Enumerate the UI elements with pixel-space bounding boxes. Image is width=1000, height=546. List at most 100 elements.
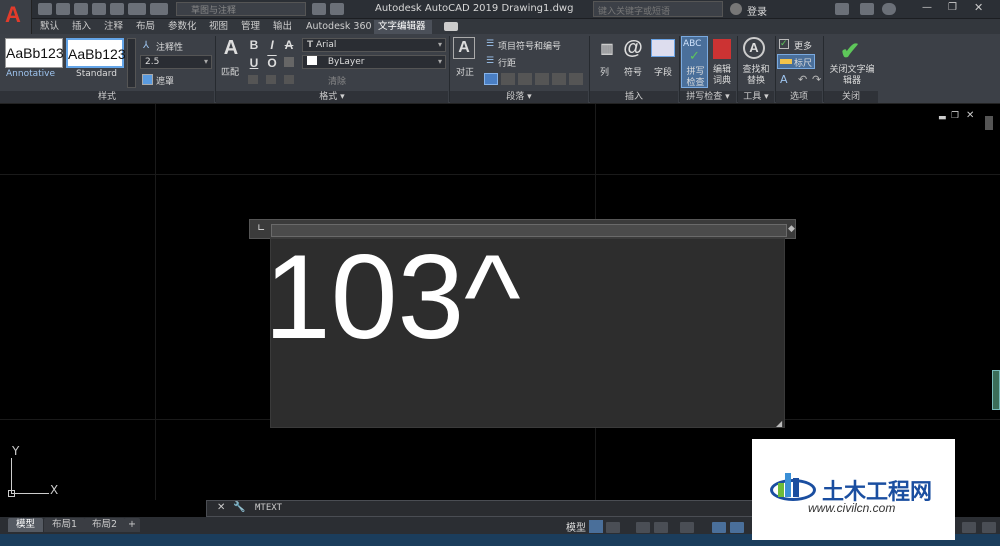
- print-icon[interactable]: [110, 3, 124, 15]
- viewport-close-icon[interactable]: ✕: [966, 110, 976, 121]
- tab-parametric[interactable]: 参数化: [164, 20, 201, 34]
- tab-layout1[interactable]: 布局1: [44, 518, 86, 532]
- restore-icon[interactable]: ❐: [948, 2, 964, 16]
- align-center-icon[interactable]: [501, 73, 515, 85]
- find-replace-icon: A: [743, 37, 765, 59]
- mask-button[interactable]: 遮罩: [156, 74, 174, 87]
- add-layout-button[interactable]: +: [124, 518, 140, 532]
- mtext-content[interactable]: 103^: [264, 222, 521, 372]
- align-left-icon[interactable]: [484, 73, 498, 85]
- underline-button[interactable]: U: [248, 56, 260, 70]
- tab-layout[interactable]: 布局: [132, 20, 159, 34]
- tab-default[interactable]: 默认: [36, 20, 63, 34]
- align-right-icon[interactable]: [518, 73, 532, 85]
- overline-button[interactable]: O: [266, 56, 278, 70]
- polar-toggle-icon[interactable]: [654, 522, 668, 533]
- tab-text-editor[interactable]: 文字编辑器: [374, 20, 432, 34]
- oblique-icon[interactable]: [284, 75, 294, 84]
- font-size-icon[interactable]: A: [780, 73, 788, 86]
- tab-annotate[interactable]: 注释: [100, 20, 127, 34]
- tab-insert[interactable]: 插入: [68, 20, 95, 34]
- line-spacing-button[interactable]: 行距: [498, 56, 516, 69]
- insert-panel-label: 插入: [590, 91, 678, 103]
- text-height-dropdown[interactable]: 2.5: [140, 55, 212, 69]
- justify-button[interactable]: 对正: [456, 65, 474, 78]
- grid-toggle-icon[interactable]: [589, 520, 603, 533]
- save-icon[interactable]: [74, 3, 88, 15]
- undo-text-icon[interactable]: ↶: [798, 73, 807, 86]
- tab-manage[interactable]: 管理: [237, 20, 264, 34]
- lineweight-toggle-icon[interactable]: [730, 522, 744, 533]
- justify-text-icon[interactable]: [535, 73, 549, 85]
- layer-icon[interactable]: [312, 3, 326, 15]
- new-file-icon[interactable]: [38, 3, 52, 15]
- osnap-toggle-icon[interactable]: [680, 522, 694, 533]
- command-input[interactable]: MTEXT: [255, 503, 282, 513]
- tab-layout2[interactable]: 布局2: [84, 518, 126, 532]
- edit-dictionary-button[interactable]: 编辑词典: [712, 65, 732, 87]
- clear-button[interactable]: 清除: [328, 74, 346, 87]
- style-standard-preview[interactable]: AaBb123: [66, 38, 126, 68]
- ruler-handle-icon[interactable]: ◆: [788, 224, 795, 234]
- command-close-icon[interactable]: ✕: [217, 502, 225, 513]
- field-icon: [651, 39, 675, 57]
- bullets-button[interactable]: 项目符号和编号: [498, 39, 561, 52]
- close-window-icon[interactable]: ✕: [974, 1, 990, 15]
- navigation-bar[interactable]: [992, 370, 1000, 410]
- strikethrough-button[interactable]: A: [283, 38, 295, 52]
- redo-text-icon[interactable]: ↷: [812, 73, 821, 86]
- annotative-toggle[interactable]: 注释性: [156, 40, 183, 53]
- field-button[interactable]: 字段: [654, 65, 672, 78]
- customize-icon[interactable]: [982, 522, 996, 533]
- command-line[interactable]: ✕ 🔧: [206, 500, 756, 517]
- columns-button[interactable]: 列: [600, 65, 609, 78]
- symbol-button[interactable]: 符号: [624, 65, 642, 78]
- command-settings-icon[interactable]: 🔧: [233, 502, 245, 513]
- application-menu-button[interactable]: A: [0, 0, 32, 34]
- exchange-icon[interactable]: [860, 3, 874, 15]
- style-scroll-icon[interactable]: [127, 38, 136, 88]
- paragraph-icon[interactable]: [569, 73, 583, 85]
- color-dropdown[interactable]: ByLayer: [302, 55, 446, 69]
- save-as-icon[interactable]: [92, 3, 106, 15]
- search-input[interactable]: 键入关键字或短语: [593, 1, 723, 17]
- ruler-toggle[interactable]: 标尺: [777, 54, 815, 69]
- open-file-icon[interactable]: [56, 3, 70, 15]
- snap-toggle-icon[interactable]: [606, 522, 620, 533]
- tab-autodesk-360[interactable]: Autodesk 360: [302, 20, 376, 34]
- spell-check-button[interactable]: ABC ✓ 拼写检查: [681, 36, 708, 88]
- tab-output[interactable]: 输出: [269, 20, 296, 34]
- workspace-dropdown[interactable]: 草图与注释: [176, 2, 306, 16]
- viewcube-icon[interactable]: [985, 116, 993, 130]
- cart-icon[interactable]: [835, 3, 849, 15]
- undo-icon[interactable]: [128, 3, 146, 15]
- help-icon[interactable]: [882, 3, 896, 15]
- layer-state-icon[interactable]: [330, 3, 344, 15]
- resize-handle-icon[interactable]: ◢: [776, 419, 784, 428]
- subscript-icon[interactable]: [266, 75, 276, 84]
- match-button[interactable]: 匹配: [221, 65, 239, 78]
- superscript-icon[interactable]: [248, 75, 258, 84]
- find-replace-button[interactable]: 查找和替换: [741, 65, 771, 87]
- case-icon[interactable]: [284, 57, 294, 67]
- minimize-icon[interactable]: —: [922, 2, 938, 16]
- ribbon-minimize-icon[interactable]: [444, 22, 458, 31]
- ortho-toggle-icon[interactable]: [636, 522, 650, 533]
- redo-icon[interactable]: [150, 3, 168, 15]
- viewport-restore-icon[interactable]: ❐: [951, 111, 961, 121]
- tab-model[interactable]: 模型: [8, 518, 44, 532]
- model-space-toggle[interactable]: 模型: [566, 519, 586, 534]
- more-button[interactable]: 更多: [794, 39, 812, 52]
- italic-button[interactable]: I: [266, 38, 278, 52]
- style-annotative-preview[interactable]: AaBb123: [5, 38, 64, 68]
- distribute-icon[interactable]: [552, 73, 566, 85]
- user-icon[interactable]: [730, 3, 742, 15]
- close-editor-button[interactable]: 关闭文字编辑器: [826, 65, 878, 87]
- fullscreen-icon[interactable]: [962, 522, 976, 533]
- tab-view[interactable]: 视图: [205, 20, 232, 34]
- viewport-minimize-icon[interactable]: ▬: [938, 113, 948, 123]
- bold-button[interactable]: B: [248, 38, 260, 52]
- font-dropdown[interactable]: T Arial: [302, 38, 446, 52]
- otrack-toggle-icon[interactable]: [712, 522, 726, 533]
- login-button[interactable]: 登录: [747, 3, 767, 18]
